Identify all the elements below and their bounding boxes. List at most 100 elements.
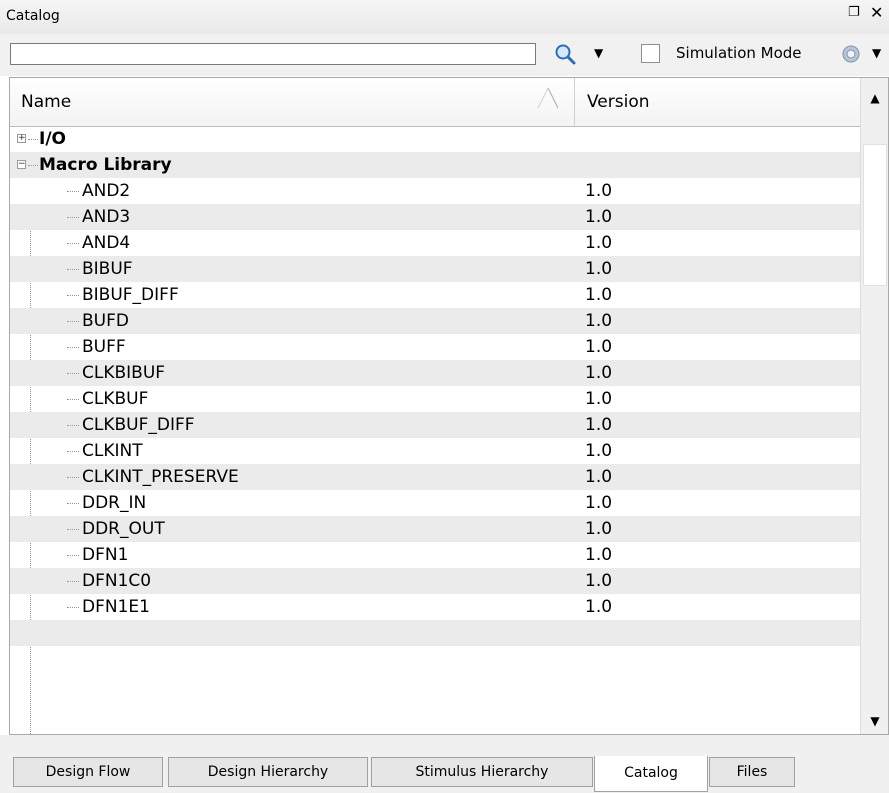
table-row[interactable]: AND2 1.0 [10, 178, 860, 204]
table-row[interactable]: AND4 1.0 [10, 230, 860, 256]
column-header-version-label: Version [587, 92, 650, 112]
tree-connector [67, 607, 79, 608]
tree-connector [67, 373, 79, 374]
tab-files[interactable]: Files [709, 757, 795, 787]
item-version: 1.0 [585, 181, 613, 201]
expand-icon[interactable]: + [17, 134, 26, 143]
scrollbar-thumb[interactable] [863, 144, 887, 286]
column-header-version[interactable]: Version [576, 78, 860, 126]
item-version: 1.0 [585, 389, 613, 409]
float-window-icon[interactable]: ❐ [848, 5, 860, 20]
table-row[interactable]: CLKBIBUF 1.0 [10, 360, 860, 386]
table-row[interactable]: DDR_OUT 1.0 [10, 516, 860, 542]
table-row[interactable]: BIBUF 1.0 [10, 256, 860, 282]
column-header-name-label: Name [21, 92, 72, 112]
simulation-mode-label: Simulation Mode [676, 44, 802, 62]
item-name: DFN1C0 [82, 571, 152, 591]
table-row[interactable]: BUFD 1.0 [10, 308, 860, 334]
magnifier-icon[interactable] [553, 42, 577, 66]
item-version: 1.0 [585, 207, 613, 227]
table-row[interactable]: CLKINT 1.0 [10, 438, 860, 464]
table-row[interactable]: CLKBUF_DIFF 1.0 [10, 412, 860, 438]
item-version: 1.0 [585, 311, 613, 331]
table-row-partial[interactable] [10, 620, 860, 646]
item-version: 1.0 [585, 571, 613, 591]
tree-connector [67, 243, 79, 244]
item-name: CLKBUF [82, 389, 149, 409]
tree-connector [67, 477, 79, 478]
scroll-up-icon[interactable]: ▲ [861, 78, 888, 118]
tab-catalog[interactable]: Catalog [594, 756, 708, 792]
item-name: CLKBIBUF [82, 363, 166, 383]
close-icon[interactable]: ✕ [870, 3, 883, 22]
item-version: 1.0 [585, 337, 613, 357]
item-name: AND3 [82, 207, 131, 227]
item-version: 1.0 [585, 597, 613, 617]
table-row[interactable]: CLKINT_PRESERVE 1.0 [10, 464, 860, 490]
tab-design-hierarchy[interactable]: Design Hierarchy [168, 757, 368, 787]
gear-dropdown-icon[interactable]: ▼ [872, 46, 881, 60]
tree-connector [67, 191, 79, 192]
group-label: Macro Library [39, 155, 172, 175]
column-header-name[interactable]: Name [10, 78, 575, 126]
item-name: BUFD [82, 311, 129, 331]
item-version: 1.0 [585, 519, 613, 539]
item-version: 1.0 [585, 259, 613, 279]
tree-connector [67, 425, 79, 426]
item-name: DFN1 [82, 545, 129, 565]
table-row[interactable]: DFN1 1.0 [10, 542, 860, 568]
tree-connector [67, 269, 79, 270]
tree-connector [67, 555, 79, 556]
table-row[interactable]: DFN1C0 1.0 [10, 568, 860, 594]
search-dropdown-icon[interactable]: ▼ [594, 46, 603, 60]
table-row[interactable]: DFN1E1 1.0 [10, 594, 860, 620]
item-name: CLKINT_PRESERVE [82, 467, 239, 487]
table-row[interactable]: DDR_IN 1.0 [10, 490, 860, 516]
item-name: AND2 [82, 181, 131, 201]
item-version: 1.0 [585, 441, 613, 461]
item-version: 1.0 [585, 467, 613, 487]
tree-connector [67, 529, 79, 530]
item-name: CLKINT [82, 441, 143, 461]
tree-connector [67, 347, 79, 348]
tree-connector [67, 399, 79, 400]
tree-connector [67, 295, 79, 296]
item-name: DDR_IN [82, 493, 147, 513]
collapse-icon[interactable]: − [17, 160, 26, 169]
tree-connector [28, 165, 38, 166]
search-input[interactable] [10, 43, 536, 65]
bottom-tabbar: Design Flow Design Hierarchy Stimulus Hi… [0, 735, 889, 793]
scroll-down-icon[interactable]: ▼ [861, 708, 888, 734]
item-name: AND4 [82, 233, 131, 253]
item-name: BIBUF [82, 259, 133, 279]
gear-icon[interactable] [840, 43, 862, 65]
tree-group-io[interactable]: + I/O [10, 126, 860, 152]
item-name: BUFF [82, 337, 126, 357]
table-row[interactable]: BIBUF_DIFF 1.0 [10, 282, 860, 308]
item-version: 1.0 [585, 545, 613, 565]
tree-connector [67, 503, 79, 504]
tree-connector [28, 139, 38, 140]
table-row[interactable]: CLKBUF 1.0 [10, 386, 860, 412]
tab-stimulus-hierarchy[interactable]: Stimulus Hierarchy [371, 757, 593, 787]
sort-indicator-icon [537, 87, 559, 109]
item-version: 1.0 [585, 415, 613, 435]
table-header: Name Version [10, 78, 860, 127]
tab-design-flow[interactable]: Design Flow [13, 757, 163, 787]
catalog-table: Name Version + I/O − Macro Library AND2 1… [9, 77, 889, 735]
tree-connector [67, 581, 79, 582]
panel-title: Catalog [6, 8, 60, 24]
simulation-mode-checkbox[interactable] [641, 44, 660, 63]
table-row[interactable]: BUFF 1.0 [10, 334, 860, 360]
item-version: 1.0 [585, 493, 613, 513]
item-name: BIBUF_DIFF [82, 285, 179, 305]
tree-connector [67, 451, 79, 452]
item-name: DDR_OUT [82, 519, 165, 539]
tree-connector [67, 217, 79, 218]
table-row[interactable]: AND3 1.0 [10, 204, 860, 230]
item-version: 1.0 [585, 233, 613, 253]
tree-group-macro-library[interactable]: − Macro Library [10, 152, 860, 178]
table-rows: + I/O − Macro Library AND2 1.0 AND3 1.0 AN… [10, 126, 860, 734]
item-version: 1.0 [585, 285, 613, 305]
vertical-scrollbar[interactable]: ▲ ▼ [860, 78, 888, 734]
